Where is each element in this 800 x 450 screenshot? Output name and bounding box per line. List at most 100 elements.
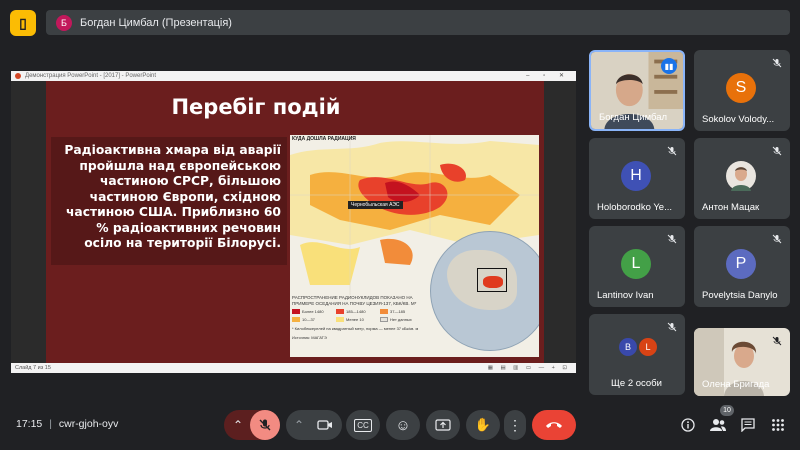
legend-swatch [292,309,300,314]
presentation-title: Богдан Цимбал (Презентація) [80,16,232,29]
end-call-button[interactable] [532,410,576,440]
meeting-code: cwr-gjoh-oyv [58,418,119,430]
legend-label: Менее 10 [346,317,364,322]
presentation-header: Б Богдан Цимбал (Презентація) [46,10,790,35]
legend-label: 10—37 [302,317,315,322]
legend-swatch [380,309,388,314]
legend-label: 185—1480 [346,309,366,314]
camera-toggle-button[interactable] [310,410,340,440]
participant-tile[interactable]: L Lantinov Ivan [589,226,685,307]
legend-title: РАСПРОСТРАНЕНИЕ РАДИОНУКЛИДОВ ПОКАЗАНО Н… [292,295,417,306]
presenter-avatar: Б [56,14,72,31]
legend-item: Нет данных [380,317,424,322]
legend-label: 37—185 [390,309,406,314]
end-call-icon [546,422,562,428]
participant-avatar: L [639,338,657,356]
participant-tile[interactable]: B L Ще 2 особи [589,314,685,395]
participant-avatar: L [621,249,651,279]
participant-name: Povelytsia Danylo [702,290,778,301]
globe-frame [477,268,507,292]
slide-title: Перебіг подій [171,95,341,119]
legend-swatch [336,317,344,322]
legend-label: Более 1480 [302,309,324,314]
map-legend: РАСПРОСТРАНЕНИЕ РАДИОНУКЛИДОВ ПОКАЗАНО Н… [292,295,428,340]
participant-name: Sokolov Volody... [702,114,775,125]
mic-off-icon [770,334,784,348]
emoji-button[interactable]: ☺ [386,410,420,440]
participant-name: Holoborodko Ye... [597,202,673,213]
radiation-map: КУДА ДОШЛА РАДИАЦИЯ Чернобыльская АЭС РА… [290,135,539,357]
slide-text-box: Радіоактивна хмара від аварії пройшла на… [51,137,287,265]
slide-counter: Слайд 7 из 15 [15,365,51,371]
participant-tile[interactable]: P Povelytsia Danylo [694,226,790,307]
mic-toggle-button[interactable] [250,410,280,440]
participant-avatar: H [621,161,651,191]
powerpoint-window-title: Демонстрация PowerPoint - [2017] - Power… [25,73,157,79]
camera-icon [317,420,332,430]
participant-tile[interactable]: H Holoborodko Ye... [589,138,685,219]
shared-screen: Демонстрация PowerPoint - [2017] - Power… [11,71,576,373]
emoji-icon: ☺ [395,416,411,434]
legend-swatch [292,317,300,322]
legend-item: 37—185 [380,309,424,314]
chat-icon[interactable] [740,417,756,433]
clock: 17:15 [16,418,43,430]
participant-name: Ще 2 особи [611,378,662,389]
legend-item: 10—37 [292,317,336,322]
participant-name: Lantinov Ivan [597,290,654,301]
participant-count-badge: 10 [720,405,734,416]
participant-tile[interactable]: Антон Мацак [694,138,790,219]
legend-item: 185—1480 [336,309,380,314]
mic-off-icon [770,56,784,70]
powerpoint-statusbar: Слайд 7 из 15 ▦ ▤ ▥ ▭ — + ⊡ [11,363,576,373]
participant-name: Олена Бригада [702,379,770,390]
mic-off-icon [665,320,679,334]
mic-off-icon [770,232,784,246]
legend-row: Более 1480 185—1480 37—185 [292,309,428,314]
legend-label: Нет данных [390,317,412,322]
slide-body-text: Радіоактивна хмара від аварії пройшла на… [64,143,281,250]
chernobyl-label: Чернобыльская АЭС [348,201,403,209]
participant-tile[interactable]: S Sokolov Volody... [694,50,790,131]
people-icon[interactable] [710,417,726,433]
raise-hand-button[interactable]: ✋ [466,410,500,440]
legend-row: 10—37 Менее 10 Нет данных [292,317,428,322]
docs-icon[interactable]: ▯ [10,10,36,36]
legend-note: * Килобеккерелей на квадратный метр, нор… [292,326,419,331]
hand-icon: ✋ [474,417,492,432]
captions-button[interactable]: CC [346,410,380,440]
map-header: КУДА ДОШЛА РАДИАЦИЯ [292,136,356,142]
speaking-indicator-icon: ▮▮ [661,58,677,74]
participant-name: Богдан Цимбал [599,112,668,123]
activities-icon[interactable] [770,417,786,433]
present-button[interactable] [426,410,460,440]
legend-swatch [336,309,344,314]
mic-off-icon [665,232,679,246]
chevron-up-icon[interactable]: ⌃ [294,418,304,432]
legend-item: Менее 10 [336,317,380,322]
meet-window: ▯ Б Богдан Цимбал (Презентація) Демонстр… [0,0,800,450]
info-icon[interactable] [680,417,696,433]
captions-icon: CC [354,418,372,432]
participant-name: Антон Мацак [702,202,760,213]
globe-inset [430,231,539,351]
window-controls: – ▫ ✕ [526,73,570,79]
participant-tile[interactable]: ▮▮ Богдан Цимбал [589,50,685,131]
mic-off-icon [259,419,271,431]
mic-off-icon [665,144,679,158]
chevron-up-icon[interactable]: ⌃ [233,418,243,432]
participant-avatar: S [726,73,756,103]
legend-swatch [380,317,388,322]
mic-off-icon [770,144,784,158]
legend-item: Более 1480 [292,309,336,314]
participant-tile[interactable]: Олена Бригада [694,328,790,396]
meeting-info: 17:15 | cwr-gjoh-oyv [16,418,118,430]
more-options-button[interactable]: ⋮ [504,410,526,440]
participant-avatar: P [726,249,756,279]
view-controls: ▦ ▤ ▥ ▭ — + ⊡ [487,365,570,371]
powerpoint-icon [15,73,21,79]
participant-avatar: B [619,338,637,356]
slide: Перебіг подій Радіоактивна хмара від ава… [46,81,544,363]
participant-photo [726,161,756,191]
powerpoint-titlebar: Демонстрация PowerPoint - [2017] - Power… [11,71,576,81]
